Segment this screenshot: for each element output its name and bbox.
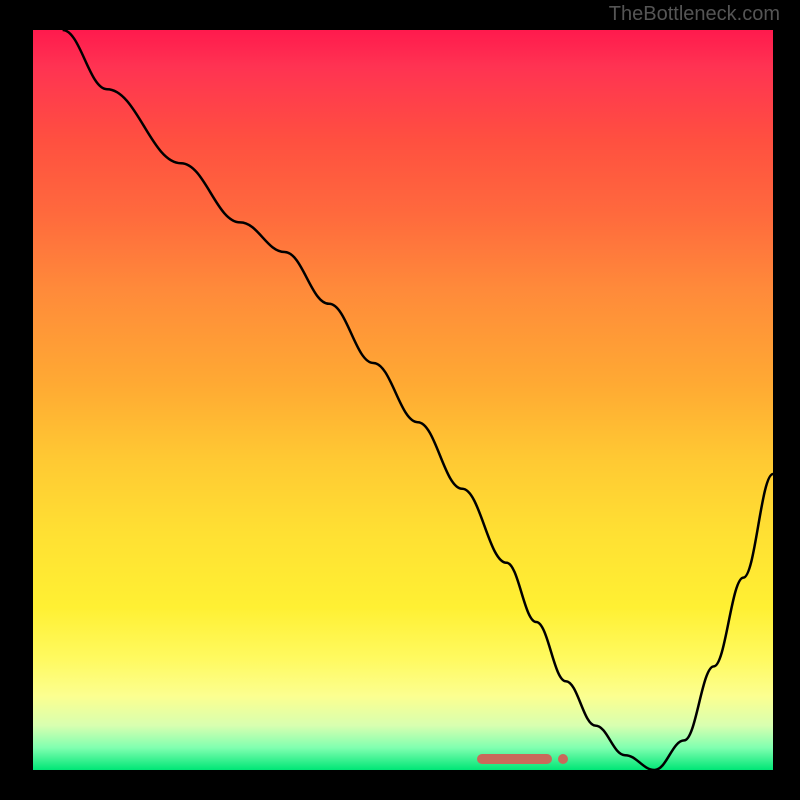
bottleneck-curve	[33, 30, 773, 770]
optimal-range-dot	[558, 754, 568, 764]
watermark-text: TheBottleneck.com	[609, 3, 780, 26]
optimal-range-marker	[477, 754, 552, 764]
chart-plot-area	[33, 30, 773, 770]
